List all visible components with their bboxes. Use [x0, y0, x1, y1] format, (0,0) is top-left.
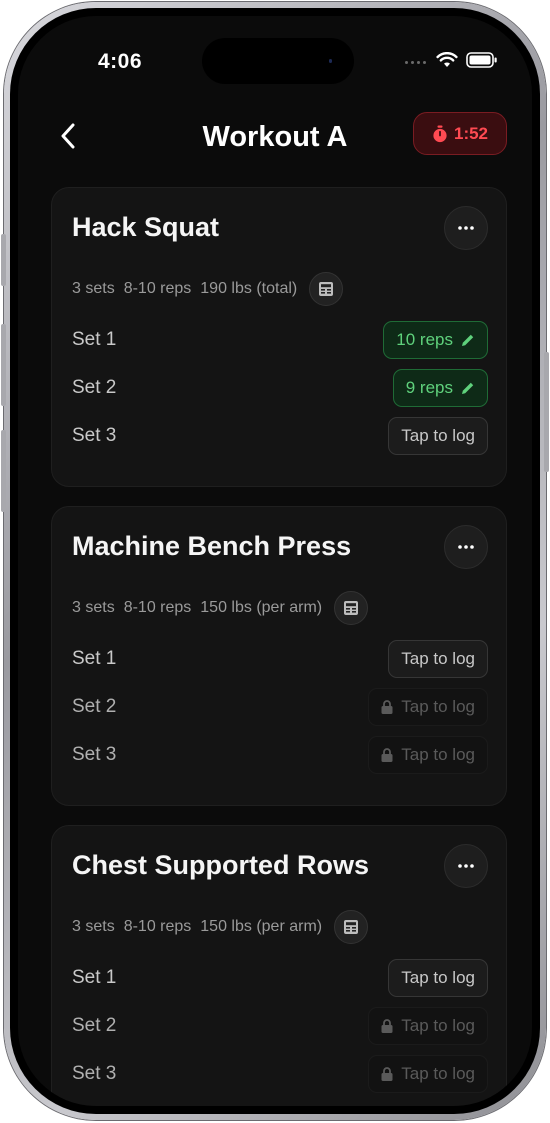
locked-set-button: Tap to log — [368, 736, 488, 774]
set-label: Set 1 — [72, 967, 117, 988]
exercise-card: Hack Squat 3 sets 8-10 reps 190 lbs (tot… — [51, 187, 507, 487]
set-row: Set 2 Tap to log — [72, 687, 488, 727]
tap-to-log-label: Tap to log — [401, 1016, 475, 1035]
weight-value: 150 lbs (per arm) — [200, 599, 323, 616]
more-options-button[interactable] — [444, 206, 488, 250]
reps-range: 8-10 reps — [123, 918, 192, 935]
lock-icon — [381, 1019, 393, 1033]
plate-calculator-button[interactable] — [334, 591, 369, 625]
status-indicators — [405, 52, 498, 73]
set-row: Set 1 Tap to log — [72, 639, 488, 679]
exercise-title: Hack Squat — [72, 212, 220, 242]
exercise-title: Machine Bench Press — [72, 531, 352, 561]
tap-to-log-button[interactable]: Tap to log — [388, 959, 488, 997]
set-label: Set 3 — [72, 1063, 117, 1084]
ellipsis-icon — [458, 545, 474, 549]
volume-down-button — [1, 430, 6, 512]
pencil-icon — [462, 382, 474, 394]
set-row: Set 2 9 reps — [72, 368, 488, 408]
tap-to-log-button[interactable]: Tap to log — [388, 417, 488, 455]
locked-set-button: Tap to log — [368, 1007, 488, 1045]
exercise-meta: 3 sets 8-10 reps 190 lbs (total) — [72, 272, 344, 306]
calculator-icon — [319, 282, 334, 296]
volume-up-button — [1, 324, 6, 406]
sets-count: 3 sets — [72, 918, 115, 935]
wifi-icon — [436, 52, 458, 73]
set-label: Set 2 — [72, 377, 117, 398]
tap-to-log-label: Tap to log — [401, 697, 475, 716]
pencil-icon — [462, 334, 474, 346]
battery-icon — [466, 52, 498, 73]
set-row: Set 3 Tap to log — [72, 735, 488, 775]
exercise-meta: 3 sets 8-10 reps 150 lbs (per arm) — [72, 910, 369, 944]
logged-set-button[interactable]: 9 reps — [392, 369, 488, 407]
locked-set-button: Tap to log — [368, 688, 488, 726]
cellular-signal-icon — [405, 61, 426, 64]
tap-to-log-label: Tap to log — [401, 968, 475, 987]
set-row: Set 2 Tap to log — [72, 1006, 488, 1046]
calculator-icon — [344, 920, 359, 934]
set-label: Set 2 — [72, 1015, 117, 1036]
set-label: Set 3 — [72, 744, 117, 765]
logged-reps: 10 reps — [396, 330, 453, 349]
timer-value: 1:52 — [453, 123, 489, 143]
weight-value: 190 lbs (total) — [200, 280, 298, 297]
sets-count: 3 sets — [72, 599, 115, 616]
phone-frame: 4:06 Workout A 1:52 Hack Squat 3 sets 8-… — [1, 2, 549, 1120]
more-options-button[interactable] — [444, 525, 488, 569]
set-label: Set 2 — [72, 696, 117, 717]
action-button — [1, 234, 6, 286]
nav-header: Workout A 1:52 — [18, 112, 532, 162]
set-row: Set 1 Tap to log — [72, 958, 488, 998]
more-options-button[interactable] — [444, 844, 488, 888]
dynamic-island — [202, 38, 354, 84]
status-time: 4:06 — [98, 50, 143, 73]
exercise-meta: 3 sets 8-10 reps 150 lbs (per arm) — [72, 591, 369, 625]
ellipsis-icon — [458, 226, 474, 230]
lock-icon — [381, 700, 393, 714]
locked-set-button: Tap to log — [368, 1055, 488, 1093]
exercise-card: Machine Bench Press 3 sets 8-10 reps 150… — [51, 506, 507, 806]
plate-calculator-button[interactable] — [334, 910, 369, 944]
lock-icon — [381, 1067, 393, 1081]
sets-count: 3 sets — [72, 280, 115, 297]
lock-icon — [381, 748, 393, 762]
plate-calculator-button[interactable] — [309, 272, 344, 306]
tap-to-log-label: Tap to log — [401, 649, 475, 668]
tap-to-log-label: Tap to log — [401, 1064, 475, 1083]
tap-to-log-button[interactable]: Tap to log — [388, 640, 488, 678]
set-row: Set 3 Tap to log — [72, 416, 488, 456]
rest-timer-button[interactable]: 1:52 — [413, 112, 507, 155]
set-label: Set 1 — [72, 329, 117, 350]
ellipsis-icon — [458, 864, 474, 868]
reps-range: 8-10 reps — [123, 599, 192, 616]
set-row: Set 1 10 reps — [72, 320, 488, 360]
set-row: Set 3 Tap to log — [72, 1054, 488, 1094]
logged-set-button[interactable]: 10 reps — [383, 321, 488, 359]
tap-to-log-label: Tap to log — [401, 426, 475, 445]
stopwatch-icon — [433, 125, 447, 142]
exercise-card: Chest Supported Rows 3 sets 8-10 reps 15… — [51, 825, 507, 1106]
calculator-icon — [344, 601, 359, 615]
logged-reps: 9 reps — [405, 378, 453, 397]
weight-value: 150 lbs (per arm) — [200, 918, 323, 935]
power-button — [544, 352, 549, 472]
exercise-title: Chest Supported Rows — [72, 850, 370, 880]
reps-range: 8-10 reps — [123, 280, 192, 297]
set-label: Set 1 — [72, 648, 117, 669]
tap-to-log-label: Tap to log — [401, 745, 475, 764]
screen: 4:06 Workout A 1:52 Hack Squat 3 sets 8-… — [18, 16, 532, 1106]
set-label: Set 3 — [72, 425, 117, 446]
